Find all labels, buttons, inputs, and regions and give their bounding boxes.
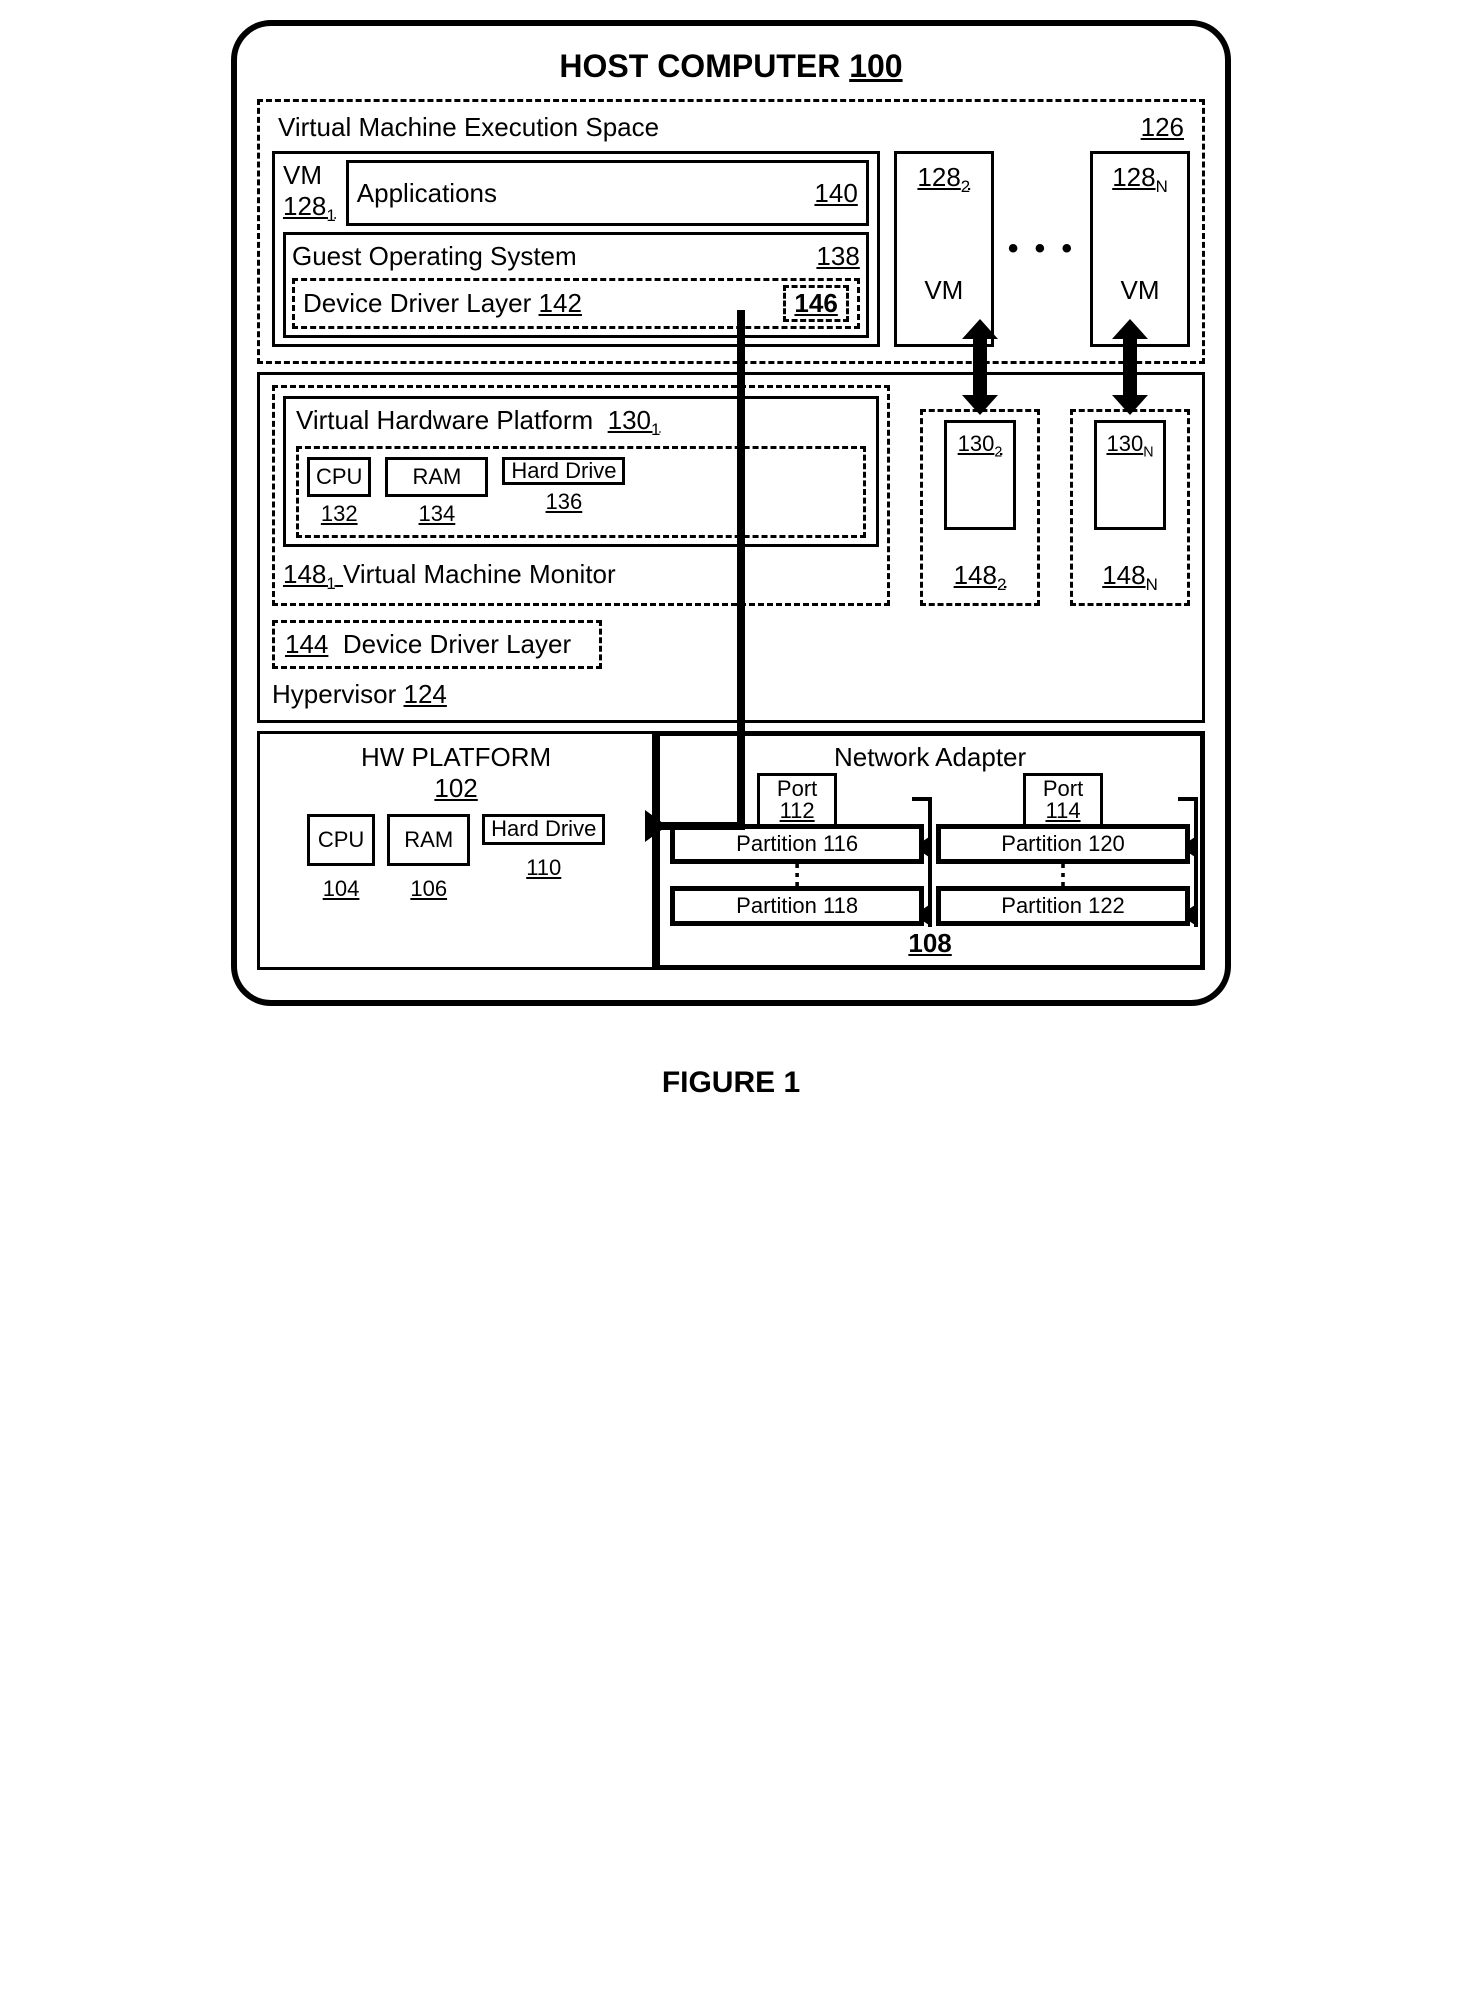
exec-space-label: Virtual Machine Execution Space xyxy=(278,112,659,143)
vmN-ref: 128N xyxy=(1112,162,1168,197)
vhd-box: Hard Drive xyxy=(502,457,625,485)
double-arrow-icon xyxy=(973,337,987,397)
title-ref: 100 xyxy=(849,48,902,84)
device-driver-layer-144: 144 Device Driver Layer xyxy=(272,620,602,669)
vmm2-ref: 1482 xyxy=(954,560,1007,595)
hw-platform: HW PLATFORM 102 CPU 104 RAM 106 Hard Dri… xyxy=(257,731,655,970)
vm2-label: VM xyxy=(924,275,963,306)
net-ref: 108 xyxy=(670,928,1190,959)
port-114: Port114 xyxy=(1023,773,1103,827)
vmm1-ref: 1481 xyxy=(283,559,343,589)
vm-n: 128N VM xyxy=(1090,151,1190,347)
net-label: Network Adapter xyxy=(670,742,1190,773)
vmN-label: VM xyxy=(1121,275,1160,306)
device-driver-layer-142: Device Driver Layer 142 146 xyxy=(292,278,860,329)
vcpu-box: CPU xyxy=(307,457,371,497)
network-adapter: Network Adapter Port112 Partition 116 Pa… xyxy=(655,731,1205,970)
vram-ref: 134 xyxy=(385,501,488,527)
gos-label: Guest Operating System xyxy=(292,241,577,272)
vdots-icon xyxy=(670,864,924,886)
hw-layer: HW PLATFORM 102 CPU 104 RAM 106 Hard Dri… xyxy=(257,731,1205,970)
vhp-ref: 1301 xyxy=(608,405,661,435)
host-computer: HOST COMPUTER 100 Virtual Machine Execut… xyxy=(231,20,1231,1006)
vhd-ref: 136 xyxy=(502,489,625,515)
vmm-2: 1302 1482 xyxy=(920,409,1040,606)
ddl-item-146: 146 xyxy=(783,285,848,322)
vhp2-ref: 1302 xyxy=(958,431,1003,460)
guest-os-box: Guest Operating System 138 Device Driver… xyxy=(283,232,869,338)
vhw-components: CPU 132 RAM 134 Hard Drive 136 xyxy=(296,446,866,538)
applications-box: Applications 140 xyxy=(346,160,869,226)
ram-ref: 106 xyxy=(387,876,470,902)
vm1-ref: 1281 xyxy=(283,191,336,226)
vcpu-ref: 132 xyxy=(307,501,371,527)
port-112: Port112 xyxy=(757,773,837,827)
hypervisor-ref: 124 xyxy=(403,679,446,709)
hw-ref: 102 xyxy=(434,773,477,803)
vhp-label: Virtual Hardware Platform xyxy=(296,405,593,435)
partition-118: Partition 118 xyxy=(670,886,924,926)
title-text: HOST COMPUTER xyxy=(559,48,840,84)
vram-box: RAM xyxy=(385,457,488,497)
ellipsis-icon: • • • xyxy=(1008,232,1076,266)
double-arrow-icon xyxy=(1123,337,1137,397)
ram-box: RAM xyxy=(387,814,470,866)
vm2-ref: 1282 xyxy=(917,162,970,197)
gos-ref: 138 xyxy=(816,241,859,272)
vdots-icon xyxy=(936,864,1190,886)
hd-ref: 110 xyxy=(482,855,605,881)
hw-label: HW PLATFORM xyxy=(361,742,551,772)
vhpN-ref: 130N xyxy=(1106,431,1153,460)
apps-ref: 140 xyxy=(814,178,857,209)
virtual-hw-platform-1: Virtual Hardware Platform 1301 CPU 132 R… xyxy=(283,396,879,547)
cpu-box: CPU xyxy=(307,814,375,866)
hd-box: Hard Drive xyxy=(482,814,605,844)
apps-label: Applications xyxy=(357,178,497,209)
figure-caption: FIGURE 1 xyxy=(662,1066,800,1100)
cpu-ref: 104 xyxy=(307,876,375,902)
hypervisor-label: Hypervisor xyxy=(272,679,396,709)
vm-2: 1282 VM xyxy=(894,151,994,347)
vm-1: VM 1281 Applications 140 Guest Operating… xyxy=(272,151,880,347)
partition-116: Partition 116 xyxy=(670,824,924,864)
vmm1-label: Virtual Machine Monitor xyxy=(343,559,616,589)
partition-120: Partition 120 xyxy=(936,824,1190,864)
partition-122: Partition 122 xyxy=(936,886,1190,926)
vhp-2: 1302 xyxy=(944,420,1016,530)
vmm-n: 130N 148N xyxy=(1070,409,1190,606)
vm1-label: VM xyxy=(283,160,336,191)
vm-exec-space: Virtual Machine Execution Space 126 VM 1… xyxy=(257,99,1205,364)
vhp-n: 130N xyxy=(1094,420,1166,530)
vmmN-ref: 148N xyxy=(1102,560,1158,595)
hypervisor: Virtual Hardware Platform 1301 CPU 132 R… xyxy=(257,372,1205,723)
ddl142-label: Device Driver Layer 142 xyxy=(303,288,582,319)
page-title: HOST COMPUTER 100 xyxy=(257,48,1205,85)
exec-space-ref: 126 xyxy=(1141,112,1184,143)
vmm-1: Virtual Hardware Platform 1301 CPU 132 R… xyxy=(272,385,890,605)
